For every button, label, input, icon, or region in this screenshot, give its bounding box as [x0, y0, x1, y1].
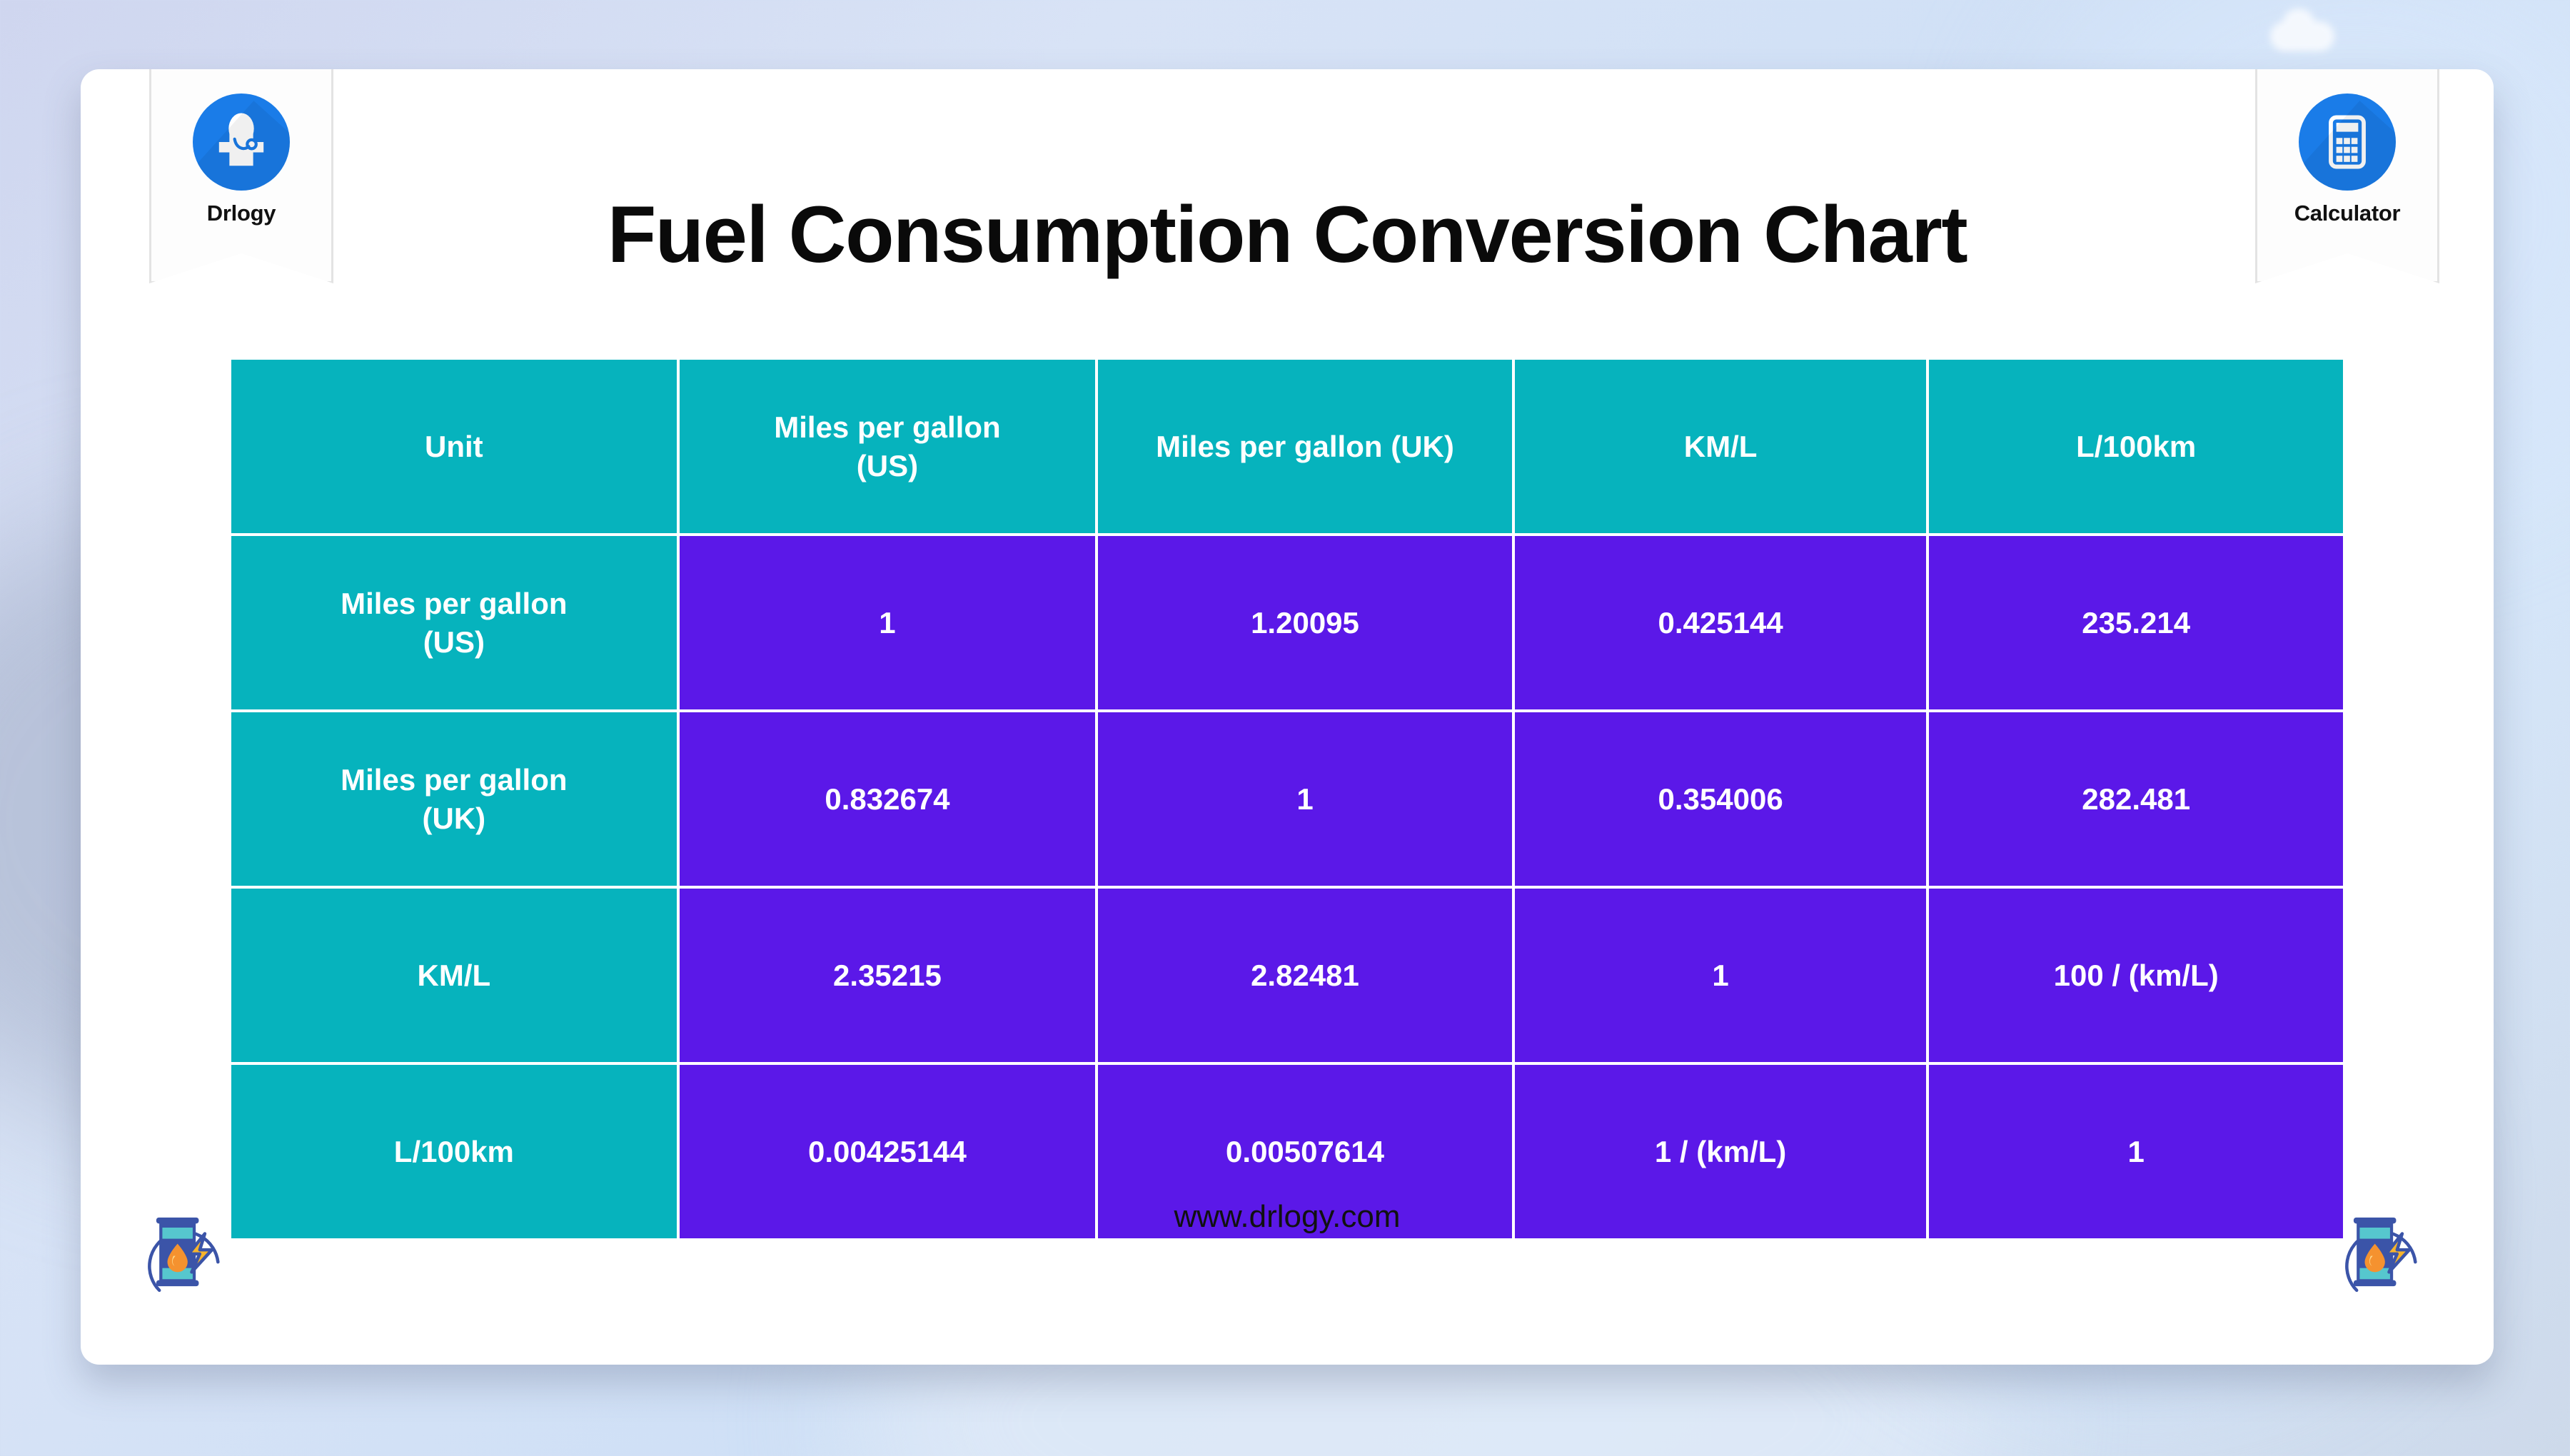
table-row: Miles per gallon (US) 1 1.20095 0.425144… — [231, 536, 2343, 709]
row-label-mpg-us: Miles per gallon (US) — [231, 536, 677, 709]
conversion-table: Unit Miles per gallon (US) Miles per gal… — [228, 357, 2346, 1241]
column-header-kml: KM/L — [1514, 360, 1927, 533]
column-header-mpg-us: Miles per gallon (US) — [679, 360, 1096, 533]
calculator-badge-label: Calculator — [2294, 201, 2401, 226]
doctor-stethoscope-cross-icon — [193, 93, 290, 191]
brand-badge[interactable]: Drlogy — [149, 69, 333, 294]
row-label-mpg-us-line2: (US) — [423, 625, 485, 659]
cell-value: 1 — [1098, 712, 1512, 886]
cell-value: 0.354006 — [1514, 712, 1927, 886]
column-header-mpg-uk: Miles per gallon (UK) — [1098, 360, 1512, 533]
badge-flag: Drlogy — [149, 69, 333, 283]
footer-website[interactable]: www.drlogy.com — [81, 1199, 2494, 1235]
table-header-row: Unit Miles per gallon (US) Miles per gal… — [231, 360, 2343, 533]
column-header-l100km: L/100km — [1929, 360, 2343, 533]
conversion-table-container: Unit Miles per gallon (US) Miles per gal… — [228, 357, 2346, 1241]
cell-value: 1 — [1514, 889, 1927, 1062]
column-header-mpg-us-line2: (US) — [856, 448, 919, 482]
page-title: Fuel Consumption Conversion Chart — [607, 190, 1968, 279]
row-label-mpg-uk: Miles per gallon (UK) — [231, 712, 677, 886]
brand-badge-label: Drlogy — [206, 201, 276, 226]
cell-value: 0.425144 — [1514, 536, 1927, 709]
badge-flag: Calculator — [2255, 69, 2439, 283]
row-label-mpg-uk-line1: Miles per gallon — [341, 762, 568, 797]
cell-value: 235.214 — [1929, 536, 2343, 709]
cell-value: 1.20095 — [1098, 536, 1512, 709]
calculator-badge[interactable]: Calculator — [2255, 69, 2439, 294]
cell-value: 2.35215 — [679, 889, 1096, 1062]
row-label-kml: KM/L — [231, 889, 677, 1062]
table-row: KM/L 2.35215 2.82481 1 100 / (km/L) — [231, 889, 2343, 1062]
cell-value: 2.82481 — [1098, 889, 1512, 1062]
row-label-mpg-us-line1: Miles per gallon — [341, 586, 568, 620]
column-header-unit: Unit — [231, 360, 677, 533]
cell-value: 1 — [679, 536, 1096, 709]
cell-value: 0.832674 — [679, 712, 1096, 886]
column-header-mpg-us-line1: Miles per gallon — [774, 410, 1001, 444]
infographic-card: Drlogy Calculator Fuel Consumption Conve… — [81, 69, 2494, 1365]
calculator-icon — [2299, 93, 2396, 191]
row-label-mpg-uk-line2: (UK) — [422, 801, 486, 835]
cloud-decoration-icon — [2270, 9, 2334, 51]
table-row: Miles per gallon (UK) 0.832674 1 0.35400… — [231, 712, 2343, 886]
cell-value: 100 / (km/L) — [1929, 889, 2343, 1062]
cell-value: 282.481 — [1929, 712, 2343, 886]
